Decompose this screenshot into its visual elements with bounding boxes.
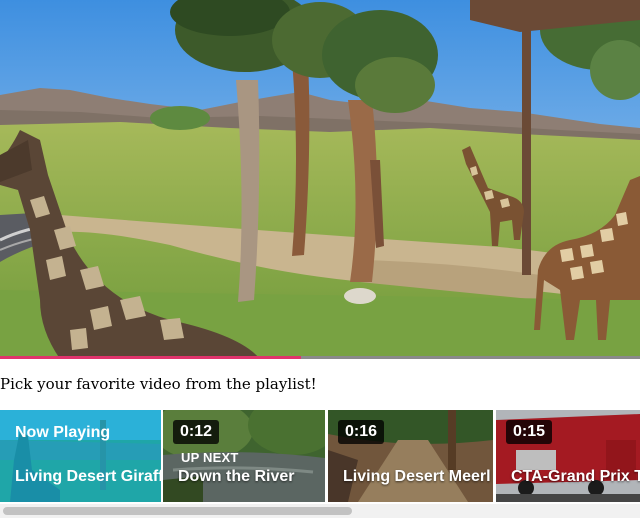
video-progress-fill	[0, 356, 301, 359]
playlist-item-cta-grand-prix[interactable]: 0:15 CTA-Grand Prix T	[496, 410, 640, 502]
duration-badge: 0:16	[338, 420, 385, 444]
video-progress-bar[interactable]	[0, 356, 640, 359]
playlist-item-title: Living Desert Meerl	[343, 468, 491, 485]
duration-badge: 0:15	[506, 420, 553, 444]
scrollbar-thumb[interactable]	[3, 507, 352, 515]
now-playing-label: Now Playing	[15, 424, 111, 441]
duration-badge: 0:12	[173, 420, 220, 444]
playlist-scrollbar[interactable]	[0, 504, 640, 518]
video-player[interactable]	[0, 0, 640, 359]
playlist-item-living-desert-giraffes[interactable]: Now Playing Living Desert Giraff	[0, 410, 161, 502]
up-next-label: UP NEXT	[181, 450, 239, 465]
playlist-prompt: Pick your favorite video from the playli…	[0, 375, 317, 393]
playlist-item-title: CTA-Grand Prix T	[511, 468, 640, 485]
playlist-item-living-desert-meerkats[interactable]: 0:16 Living Desert Meerl	[328, 410, 493, 502]
playlist-item-title: Down the River	[178, 468, 295, 485]
playlist-strip[interactable]: Now Playing Living Desert Giraff 0:12 UP…	[0, 410, 640, 502]
video-frame	[0, 0, 640, 359]
playlist-item-title: Living Desert Giraff	[15, 468, 161, 485]
playlist-item-down-the-river[interactable]: 0:12 UP NEXT Down the River	[163, 410, 325, 502]
